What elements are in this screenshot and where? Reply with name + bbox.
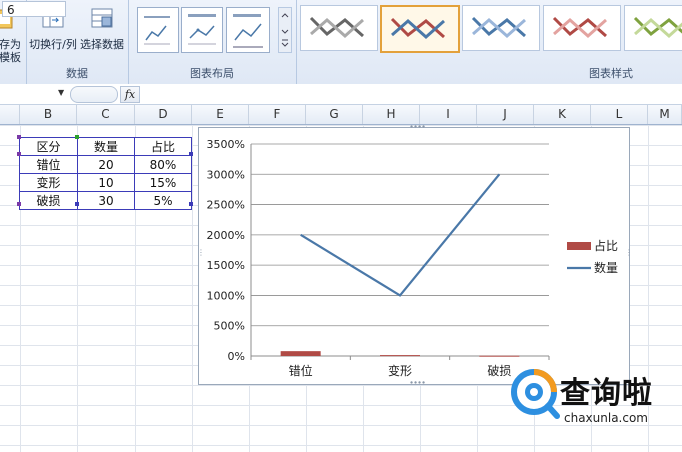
chart-style-option-5[interactable] — [624, 5, 682, 51]
table-cell[interactable]: 错位 — [19, 155, 78, 174]
legend-label: 数量 — [594, 260, 618, 275]
watermark-text: 查询啦 — [560, 376, 653, 411]
y-tick-label: 1000% — [207, 289, 245, 302]
layouts-gallery-scroll[interactable] — [278, 7, 292, 53]
chart-styles-group: 图表样式 — [296, 0, 682, 84]
range-selection-handle[interactable] — [75, 135, 79, 139]
formula-bar-resize-handle[interactable] — [70, 86, 118, 103]
select-data-label: 选择数据 — [80, 38, 124, 51]
table-row: 破损 30 5% — [19, 191, 192, 210]
bar-占比 — [380, 355, 420, 357]
table-header-row: 区分 数量 占比 — [19, 137, 192, 156]
x-tick-label: 错位 — [289, 363, 313, 378]
table-cell[interactable]: 20 — [77, 155, 135, 174]
save-template-line2: 模板 — [0, 51, 21, 64]
y-tick-label: 2000% — [207, 229, 245, 242]
bar-占比 — [479, 355, 520, 357]
chart-layouts-group-label: 图表布局 — [190, 67, 234, 80]
x-tick-label: 变形 — [388, 363, 412, 378]
watermark-url: chaxunla.com — [564, 411, 648, 425]
magnifier-logo-icon — [511, 369, 560, 419]
column-header[interactable]: G — [306, 105, 363, 124]
chart-style-option-3[interactable] — [462, 5, 540, 51]
chart-resize-handle-right[interactable]: ⋮ — [625, 248, 633, 257]
column-header[interactable]: J — [477, 105, 534, 124]
column-header[interactable]: E — [192, 105, 249, 124]
table-row: 错位 20 80% — [19, 155, 192, 174]
column-header[interactable]: B — [20, 105, 77, 124]
ribbon: 存为 模板 切换行/列 选择数据 数据 图表布局 图表样式 — [0, 0, 682, 85]
name-box-dropdown-icon[interactable]: ▼ — [58, 88, 64, 97]
chart-resize-handle-top[interactable]: ∙∙∙∙ — [409, 122, 426, 131]
y-tick-label: 0% — [228, 350, 245, 363]
table-cell[interactable]: 5% — [134, 191, 192, 210]
y-tick-label: 500% — [214, 320, 245, 333]
chart-layouts-group: 图表布局 — [128, 0, 297, 84]
table-cell[interactable]: 10 — [77, 173, 135, 192]
y-tick-label: 2500% — [207, 199, 245, 212]
y-tick-label: 1500% — [207, 259, 245, 272]
column-header[interactable]: D — [135, 105, 192, 124]
range-selection-handle[interactable] — [189, 152, 193, 156]
column-headers: B C D E F G H I J K L M — [0, 105, 682, 125]
switch-row-column-label: 切换行/列 — [29, 38, 77, 51]
table-cell[interactable]: 80% — [134, 155, 192, 174]
chart-plot[interactable]: 0% 500% 1000% 1500% 2000% 2500% 3000% 3500% 错位 变形… — [199, 128, 629, 384]
column-header[interactable]: L — [591, 105, 648, 124]
range-selection-handle[interactable] — [17, 135, 21, 139]
chart-style-option-4[interactable] — [543, 5, 621, 51]
y-tick-label: 3500% — [207, 138, 245, 151]
legend-label: 占比 — [594, 238, 618, 253]
chart-layout-option-1[interactable] — [137, 7, 179, 53]
table-header-cell[interactable]: 区分 — [19, 137, 78, 156]
column-header-a[interactable] — [0, 105, 20, 124]
data-table: 区分 数量 占比 错位 20 80% 变形 10 15% 破损 30 5% — [19, 137, 192, 210]
insert-function-button[interactable]: fx — [120, 86, 140, 103]
chart-styles-group-label: 图表样式 — [589, 67, 633, 80]
name-box[interactable]: 6 — [2, 1, 66, 17]
select-data-button[interactable]: 选择数据 — [78, 6, 126, 51]
y-tick-label: 3000% — [207, 168, 245, 181]
grid-line — [192, 125, 193, 452]
table-row: 变形 10 15% — [19, 173, 192, 192]
bar-占比 — [280, 351, 321, 356]
chart-resize-handle-left[interactable]: ⋮ — [197, 248, 205, 257]
formula-input[interactable] — [141, 86, 681, 101]
table-cell[interactable]: 30 — [77, 191, 135, 210]
chart-style-option-1[interactable] — [300, 5, 378, 51]
range-selection-handle[interactable] — [17, 152, 21, 156]
range-selection-handle[interactable] — [189, 202, 193, 206]
data-group-label: 数据 — [66, 67, 88, 80]
column-header[interactable]: F — [249, 105, 306, 124]
select-data-icon — [87, 6, 117, 32]
range-selection-handle[interactable] — [17, 202, 21, 206]
chart-layout-option-2[interactable] — [181, 7, 223, 53]
legend-swatch-占比 — [567, 242, 591, 250]
range-selection-handle[interactable] — [75, 202, 79, 206]
column-header[interactable]: M — [648, 105, 682, 124]
column-header[interactable]: C — [77, 105, 135, 124]
watermark: 查询啦 chaxunla.com — [508, 362, 682, 432]
chart-resize-handle-bottom[interactable]: ∙∙∙∙ — [409, 378, 426, 387]
table-cell[interactable]: 15% — [134, 173, 192, 192]
table-cell[interactable]: 破损 — [19, 191, 78, 210]
table-cell[interactable]: 变形 — [19, 173, 78, 192]
table-header-cell[interactable]: 占比 — [134, 137, 192, 156]
chart-object[interactable]: 0% 500% 1000% 1500% 2000% 2500% 3000% 3500% 错位 变形… — [197, 122, 633, 387]
column-header[interactable]: I — [420, 105, 477, 124]
table-header-cell[interactable]: 数量 — [77, 137, 135, 156]
column-header[interactable]: K — [534, 105, 591, 124]
save-template-line1: 存为 — [0, 38, 21, 51]
chart-layout-option-3[interactable] — [226, 7, 270, 53]
chart-style-option-2-selected[interactable] — [380, 5, 460, 53]
